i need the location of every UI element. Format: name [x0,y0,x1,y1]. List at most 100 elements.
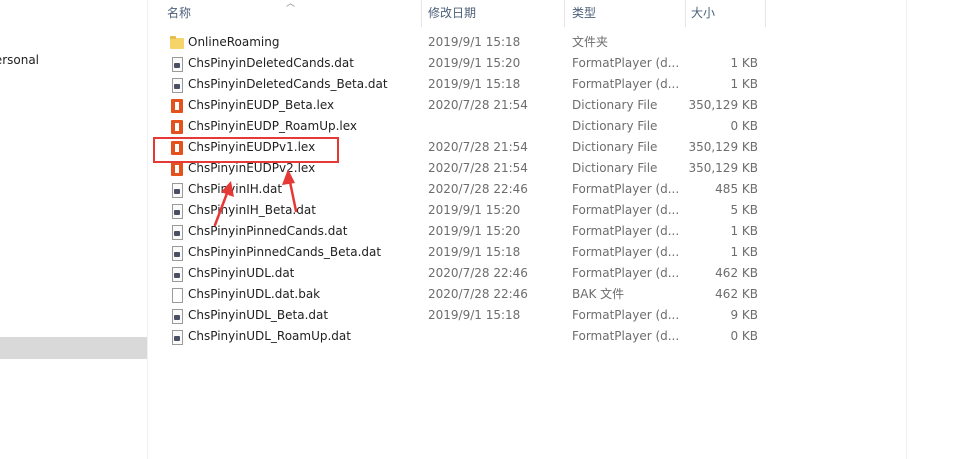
highlight-box [153,137,339,163]
file-date: 2019/9/1 15:18 [428,308,521,322]
column-divider[interactable] [421,0,422,27]
file-list: OnlineRoaming 2019/9/1 15:18 文件夹 ChsPinyin… [156,32,766,347]
file-size: 1 KB [730,77,758,91]
column-header: ︿ 名称 修改日期 类型 大小 [156,0,766,27]
window-right-edge [906,0,907,459]
file-row[interactable]: ChsPinyinPinnedCands.dat 2019/9/1 15:20 Fo… [156,221,766,242]
file-name: ChsPinyinUDL.dat [188,266,295,280]
column-divider[interactable] [765,0,766,27]
file-name: ChsPinyinUDL_RoamUp.dat [188,329,351,343]
file-row[interactable]: ChsPinyinUDL_Beta.dat 2019/9/1 15:18 Forma… [156,305,766,326]
office-file-icon [169,98,185,114]
file-date: 2019/9/1 15:18 [428,77,521,91]
file-size: 1 KB [730,56,758,70]
file-row[interactable]: ChsPinyinDeletedCands_Beta.dat 2019/9/1 1… [156,74,766,95]
dat-file-icon [169,56,185,72]
pane-divider[interactable] [147,0,148,459]
file-size: 462 KB [715,266,758,280]
file-row[interactable]: ChsPinyinPinnedCands_Beta.dat 2019/9/1 15… [156,242,766,263]
file-type: Dictionary File [572,119,658,133]
file-date: 2020/7/28 22:46 [428,287,528,301]
file-type: FormatPlayer (d... [572,329,680,343]
office-file-icon [169,161,185,177]
file-date: 2020/7/28 22:46 [428,182,528,196]
nav-item-personal[interactable]: Personal [0,49,147,71]
column-header-date[interactable]: 修改日期 [428,0,476,27]
file-type: FormatPlayer (d... [572,182,680,196]
file-type: Dictionary File [572,161,658,175]
file-name: ChsPinyinIH_Beta.dat [188,203,316,217]
file-date: 2019/9/1 15:18 [428,245,521,259]
file-size: 0 KB [730,329,758,343]
file-row[interactable]: OnlineRoaming 2019/9/1 15:18 文件夹 [156,32,766,53]
dat-file-icon [169,182,185,198]
file-row[interactable]: ChsPinyinIH_Beta.dat 2019/9/1 15:20 Format… [156,200,766,221]
dat-file-icon [169,266,185,282]
dat-file-icon [169,224,185,240]
dat-file-icon [169,77,185,93]
nav-item-selected[interactable] [0,337,147,359]
file-size: 350,129 KB [688,161,758,175]
nav-item-label: Personal [0,53,40,67]
file-name: ChsPinyinPinnedCands.dat [188,224,348,238]
file-type: BAK 文件 [572,287,625,301]
column-header-size[interactable]: 大小 [691,0,715,27]
file-size: 350,129 KB [688,98,758,112]
dat-file-icon [169,329,185,345]
file-date: 2020/7/28 21:54 [428,98,528,112]
file-size: 485 KB [715,182,758,196]
file-size: 350,129 KB [688,140,758,154]
file-name: ChsPinyinDeletedCands_Beta.dat [188,77,388,91]
file-name: ChsPinyinEUDP_RoamUp.lex [188,119,358,133]
file-name: ChsPinyinPinnedCands_Beta.dat [188,245,382,259]
file-date: 2019/9/1 15:20 [428,224,521,238]
file-name: ChsPinyinDeletedCands.dat [188,56,354,70]
file-date: 2019/9/1 15:18 [428,35,521,49]
dat-file-icon [169,245,185,261]
column-divider[interactable] [564,0,565,27]
file-name: ChsPinyinEUDP_Beta.lex [188,98,335,112]
file-row[interactable]: ChsPinyinUDL_RoamUp.dat FormatPlayer (d..… [156,326,766,347]
file-date: 2020/7/28 21:54 [428,140,528,154]
file-row[interactable]: ChsPinyinIH.dat 2020/7/28 22:46 FormatPlay… [156,179,766,200]
file-size: 5 KB [730,203,758,217]
file-row[interactable]: ChsPinyinEUDP_Beta.lex 2020/7/28 21:54 Dic… [156,95,766,116]
file-size: 1 KB [730,224,758,238]
file-type: FormatPlayer (d... [572,245,680,259]
file-type: 文件夹 [572,35,609,49]
file-name: OnlineRoaming [188,35,280,49]
file-name: ChsPinyinIH.dat [188,182,283,196]
column-header-name[interactable]: 名称 [167,0,191,27]
dat-file-icon [169,203,185,219]
file-type: FormatPlayer (d... [572,308,680,322]
file-type: Dictionary File [572,98,658,112]
column-divider[interactable] [685,0,686,27]
file-size: 9 KB [730,308,758,322]
file-type: FormatPlayer (d... [572,224,680,238]
file-type: FormatPlayer (d... [572,266,680,280]
file-name: ChsPinyinUDL.dat.bak [188,287,321,301]
folder-icon [169,35,185,51]
navigation-pane: Personal [0,0,147,459]
file-type: Dictionary File [572,140,658,154]
sort-ascending-icon: ︿ [286,0,296,9]
file-type: FormatPlayer (d... [572,56,680,70]
file-size: 462 KB [715,287,758,301]
file-date: 2019/9/1 15:20 [428,203,521,217]
file-date: 2020/7/28 21:54 [428,161,528,175]
dat-file-icon [169,308,185,324]
file-type: FormatPlayer (d... [572,203,680,217]
bak-file-icon [169,287,185,303]
file-name: ChsPinyinUDL_Beta.dat [188,308,329,322]
file-size: 1 KB [730,245,758,259]
file-row[interactable]: ChsPinyinEUDP_RoamUp.lex Dictionary File 0… [156,116,766,137]
file-row[interactable]: ChsPinyinUDL.dat 2020/7/28 22:46 FormatPla… [156,263,766,284]
file-type: FormatPlayer (d... [572,77,680,91]
file-row[interactable]: ChsPinyinDeletedCands.dat 2019/9/1 15:20 F… [156,53,766,74]
file-date: 2019/9/1 15:20 [428,56,521,70]
column-header-type[interactable]: 类型 [572,0,596,27]
file-row[interactable]: ChsPinyinUDL.dat.bak 2020/7/28 22:46 BAK 文… [156,284,766,305]
file-date: 2020/7/28 22:46 [428,266,528,280]
office-file-icon [169,119,185,135]
file-size: 0 KB [730,119,758,133]
